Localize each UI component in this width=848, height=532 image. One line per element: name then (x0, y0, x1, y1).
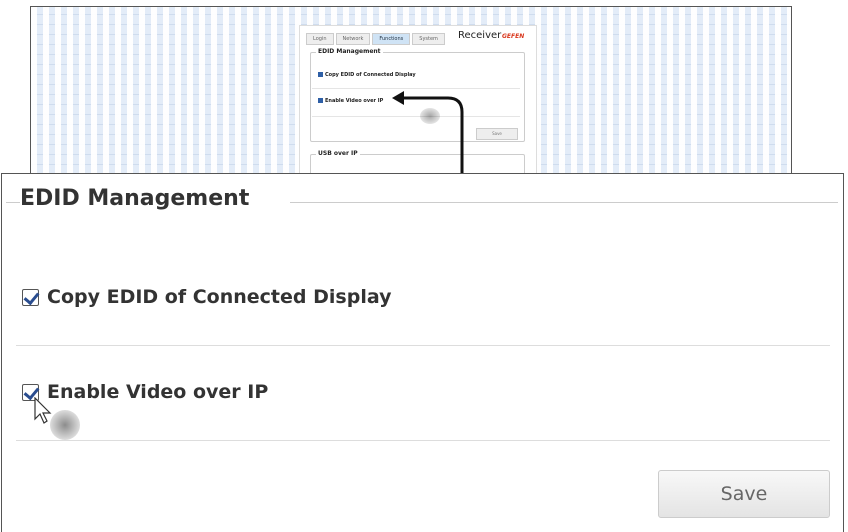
copy-edid-checkbox[interactable] (22, 288, 39, 306)
cursor-shadow (420, 108, 440, 124)
thumbnail-tabbar: Login Network Functions System (306, 33, 447, 45)
tab-login[interactable]: Login (306, 33, 334, 45)
device-label: Receiver (458, 30, 502, 41)
tab-system[interactable]: System (412, 33, 445, 45)
checkbox-icon[interactable] (318, 98, 323, 103)
tab-functions[interactable]: Functions (372, 33, 411, 45)
thumbnail-edid-title: EDID Management (316, 48, 383, 55)
thumbnail-panel: Login Network Functions System Receiver … (299, 25, 537, 185)
thumbnail-save-button[interactable]: Save (476, 128, 518, 140)
copy-edid-row[interactable]: Copy EDID of Connected Display (22, 286, 391, 308)
divider (16, 440, 830, 441)
save-button[interactable]: Save (658, 470, 830, 518)
fieldset-border (290, 202, 838, 203)
divider (16, 345, 830, 346)
thumbnail-copy-edid-label: Copy EDID of Connected Display (325, 72, 416, 78)
enable-video-label: Enable Video over IP (47, 381, 269, 403)
divider (312, 116, 520, 117)
zoomed-detail-panel: EDID Management Copy EDID of Connected D… (1, 173, 844, 532)
fieldset-border (6, 202, 20, 203)
thumbnail-usb-title: USB over IP (316, 150, 360, 157)
thumbnail-screenshot: Login Network Functions System Receiver … (30, 6, 792, 186)
thumbnail-enable-video-label: Enable Video over IP (325, 98, 384, 104)
divider (312, 88, 520, 89)
thumbnail-copy-edid-row[interactable]: Copy EDID of Connected Display (318, 72, 416, 78)
cursor-shadow (50, 410, 80, 440)
thumbnail-enable-video-row[interactable]: Enable Video over IP (318, 98, 383, 104)
copy-edid-label: Copy EDID of Connected Display (47, 286, 392, 308)
checkbox-icon[interactable] (318, 72, 323, 77)
enable-video-row[interactable]: Enable Video over IP (22, 381, 268, 403)
gefen-logo: GEFEN (502, 33, 525, 40)
edid-management-title: EDID Management (20, 186, 254, 211)
tab-network[interactable]: Network (335, 33, 371, 45)
